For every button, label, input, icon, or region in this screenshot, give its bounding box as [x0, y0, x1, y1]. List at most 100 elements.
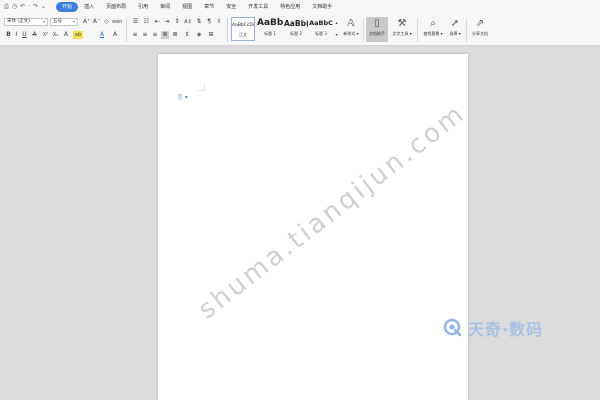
tab-doc-assistant[interactable]: 文档助手: [306, 2, 338, 12]
shrink-font-icon[interactable]: A⁻: [92, 18, 101, 26]
divider: [466, 18, 467, 42]
select-button[interactable]: ➚ 选择 ▾: [446, 17, 464, 42]
tab-developer[interactable]: 开发工具: [242, 2, 274, 12]
separator-dot: ·: [28, 3, 31, 10]
tab-references[interactable]: 引用: [132, 2, 154, 12]
tab-view[interactable]: 视图: [176, 2, 198, 12]
doc-assistant-button[interactable]: ▯ 文档助手: [366, 17, 388, 42]
font-family-select[interactable]: 宋体 (正文) ▾: [4, 18, 48, 26]
divider: [417, 18, 418, 42]
brand-logo-icon: [443, 318, 462, 337]
document-icon: ▯: [374, 18, 380, 29]
style-name: 标题 2: [290, 31, 302, 36]
increase-indent-icon[interactable]: ⇥: [163, 18, 171, 26]
grow-font-icon[interactable]: A⁺: [82, 18, 91, 26]
style-name: 正文: [239, 32, 247, 37]
styles-scroll-down-icon[interactable]: ▾: [334, 31, 339, 39]
doc-assistant-label: 文档助手: [369, 31, 385, 36]
tab-security[interactable]: 安全: [220, 2, 242, 12]
tab-features[interactable]: 特色应用: [274, 2, 306, 12]
style-sample: AaBb(: [284, 19, 308, 28]
margin-corner-mark: [198, 84, 205, 91]
select-label: 选择 ▾: [449, 31, 461, 36]
align-right-icon[interactable]: ≡: [151, 31, 159, 39]
new-style-label: 新样式 ▾: [343, 31, 359, 36]
style-name: 标题 1: [264, 31, 276, 36]
strikethrough-icon[interactable]: A: [31, 31, 38, 39]
share-doc-button[interactable]: ⇗ 分享文档: [469, 17, 491, 42]
divider: [363, 18, 364, 42]
ribbon-tabs: 开始 插入 页面布局 引用 审阅 视图 章节 安全 开发工具 特色应用 文档助手: [56, 2, 338, 12]
cursor-icon: ➚: [450, 18, 460, 29]
customize-icon[interactable]: ⌄: [41, 4, 46, 10]
text-direction-icon[interactable]: A↕: [183, 18, 193, 26]
underline-icon[interactable]: U: [21, 31, 28, 39]
text-tools-label: 文字工具 ▾: [392, 31, 412, 36]
align-left-icon[interactable]: ≡: [131, 31, 139, 39]
tab-review[interactable]: 审阅: [154, 2, 176, 12]
superscript-icon[interactable]: X²: [41, 31, 50, 39]
highlight-icon[interactable]: ab: [73, 31, 83, 39]
align-center-icon[interactable]: ≡: [141, 31, 149, 39]
text-tools-button[interactable]: ⚒ 文字工具 ▾: [390, 17, 414, 42]
watermark-logo: 天奇·数码: [443, 316, 543, 340]
style-heading-1[interactable]: AaBb 标题 1: [257, 17, 283, 41]
chevron-down-icon: ▾: [42, 19, 45, 24]
sort-icon[interactable]: ⇅: [195, 18, 203, 26]
save-icon[interactable]: ⎙: [4, 4, 9, 10]
redo-icon[interactable]: ↷: [33, 4, 38, 10]
paragraph-settings-icon[interactable]: ⇳: [215, 18, 223, 26]
numbered-list-icon[interactable]: ☷: [142, 18, 151, 26]
subscript-icon[interactable]: X₂: [51, 31, 60, 39]
style-name: 标题 3: [315, 31, 327, 36]
borders-icon[interactable]: ⊞: [207, 31, 215, 39]
font-size-value: 五号: [53, 19, 62, 24]
font-color-icon[interactable]: A: [98, 31, 106, 39]
distributed-icon[interactable]: ≣: [171, 31, 179, 39]
undo-icon[interactable]: ↶: [20, 4, 25, 10]
divider: [227, 18, 228, 42]
style-heading-3[interactable]: AaBbC 标题 3: [309, 17, 333, 41]
paragraph-mark-icon[interactable]: ⎘ ▾: [178, 94, 188, 102]
history-icon[interactable]: ◷: [12, 4, 17, 10]
justify-icon[interactable]: ≣: [161, 31, 169, 39]
show-marks-icon[interactable]: ¶: [205, 18, 213, 26]
share-doc-label: 分享文档: [472, 31, 488, 36]
quick-access-toolbar: ⎙ ◷ ↶ · ↷ ⌄: [0, 4, 46, 10]
find-replace-label: 查找替换 ▾: [423, 31, 443, 36]
menu-bar: ⎙ ◷ ↶ · ↷ ⌄ 开始 插入 页面布局 引用 审阅 视图 章节 安全 开发…: [0, 0, 600, 14]
bold-icon[interactable]: B: [5, 31, 12, 39]
share-icon: ⇗: [475, 18, 485, 29]
find-replace-button[interactable]: ⌕ 查找替换 ▾: [421, 17, 445, 42]
styles-scroll-up-icon[interactable]: ▴: [334, 19, 339, 27]
new-style-icon: 𝔸: [347, 18, 355, 29]
style-sample: AaBbCcDd: [232, 23, 254, 28]
text-effects-icon[interactable]: A: [62, 31, 70, 39]
line-spacing-icon[interactable]: ↕: [173, 18, 181, 26]
style-sample: AaBb: [257, 18, 283, 28]
search-icon: ⌕: [430, 18, 436, 29]
italic-icon[interactable]: I: [13, 31, 20, 39]
ribbon-toolbar: 宋体 (正文) ▾ 五号 ▾ A⁺ A⁻ ◇ wén B I U A X² X₂…: [0, 14, 600, 46]
divider: [126, 18, 127, 42]
new-style-button[interactable]: 𝔸 新样式 ▾: [341, 17, 361, 42]
shading-icon[interactable]: ◈: [195, 31, 203, 39]
font-family-value: 宋体 (正文): [7, 19, 30, 24]
style-sample: AaBbC: [309, 19, 333, 27]
wrench-icon: ⚒: [397, 18, 407, 29]
style-heading-2[interactable]: AaBb( 标题 2: [284, 17, 308, 41]
phonetic-guide-icon[interactable]: wén: [112, 18, 122, 26]
tab-insert[interactable]: 插入: [78, 2, 100, 12]
clear-format-icon[interactable]: ◇: [102, 18, 111, 26]
brand-name: 天奇·数码: [468, 320, 544, 339]
bullet-list-icon[interactable]: ☰: [131, 18, 140, 26]
tab-home[interactable]: 开始: [56, 2, 79, 12]
decrease-indent-icon[interactable]: ⇤: [153, 18, 161, 26]
char-shading-icon[interactable]: A: [111, 31, 119, 39]
tab-sections[interactable]: 章节: [198, 2, 220, 12]
style-normal[interactable]: AaBbCcDd 正文: [231, 17, 255, 41]
spacing-icon[interactable]: ⇕: [183, 31, 191, 39]
font-size-select[interactable]: 五号 ▾: [50, 18, 78, 26]
tab-page-layout[interactable]: 页面布局: [100, 2, 132, 12]
chevron-down-icon: ▾: [72, 19, 75, 24]
